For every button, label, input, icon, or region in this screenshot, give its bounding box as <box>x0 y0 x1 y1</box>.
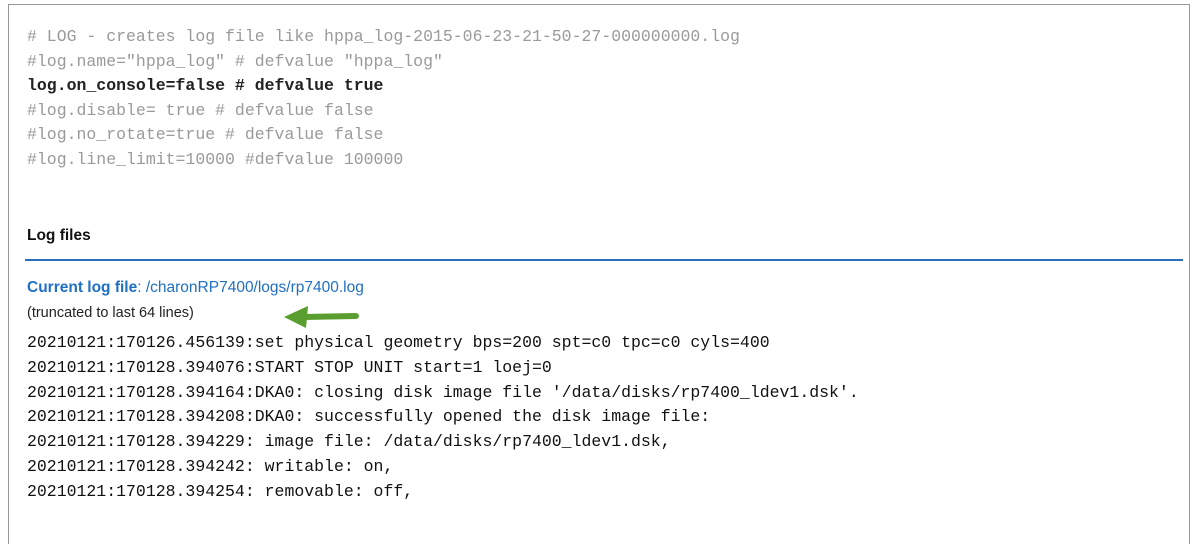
green-left-arrow-icon <box>284 306 359 328</box>
config-code-block: # LOG - creates log file like hppa_log-2… <box>27 25 740 172</box>
log-line: 20210121:170126.456139:set physical geom… <box>27 333 770 352</box>
current-log-label: Current log file <box>27 279 138 296</box>
log-line: 20210121:170128.394242: writable: on, <box>27 456 394 476</box>
log-line: 20210121:170128.394254: removable: off, <box>27 481 414 501</box>
log-line: 20210121:170128.394076:START STOP UNIT s… <box>27 357 552 377</box>
config-comment-line: #log.no_rotate=true # defvalue false <box>27 125 384 144</box>
config-comment-line: # LOG - creates log file like hppa_log-2… <box>27 27 740 46</box>
log-line: 20210121:170128.394208:DKA0: successfull… <box>27 407 711 427</box>
section-divider <box>25 259 1183 261</box>
config-comment-line: #log.disable= true # defvalue false <box>27 100 374 120</box>
log-files-heading: Log files <box>27 227 91 244</box>
log-output: 20210121:170126.456139:set physical geom… <box>27 331 859 505</box>
truncated-note: (truncated to last 64 lines) <box>27 305 194 321</box>
current-log-file: Current log file: /charonRP7400/logs/rp7… <box>27 279 364 297</box>
config-comment-line: #log.line_limit=10000 #defvalue 100000 <box>27 149 404 169</box>
config-comment-line: #log.name="hppa_log" # defvalue "hppa_lo… <box>27 51 443 71</box>
config-active-line: log.on_console=false # defvalue true <box>27 76 384 95</box>
current-log-path: : /charonRP7400/logs/rp7400.log <box>137 279 364 296</box>
log-line: 20210121:170128.394164:DKA0: closing dis… <box>27 382 859 402</box>
log-line: 20210121:170128.394229: image file: /dat… <box>27 432 671 452</box>
